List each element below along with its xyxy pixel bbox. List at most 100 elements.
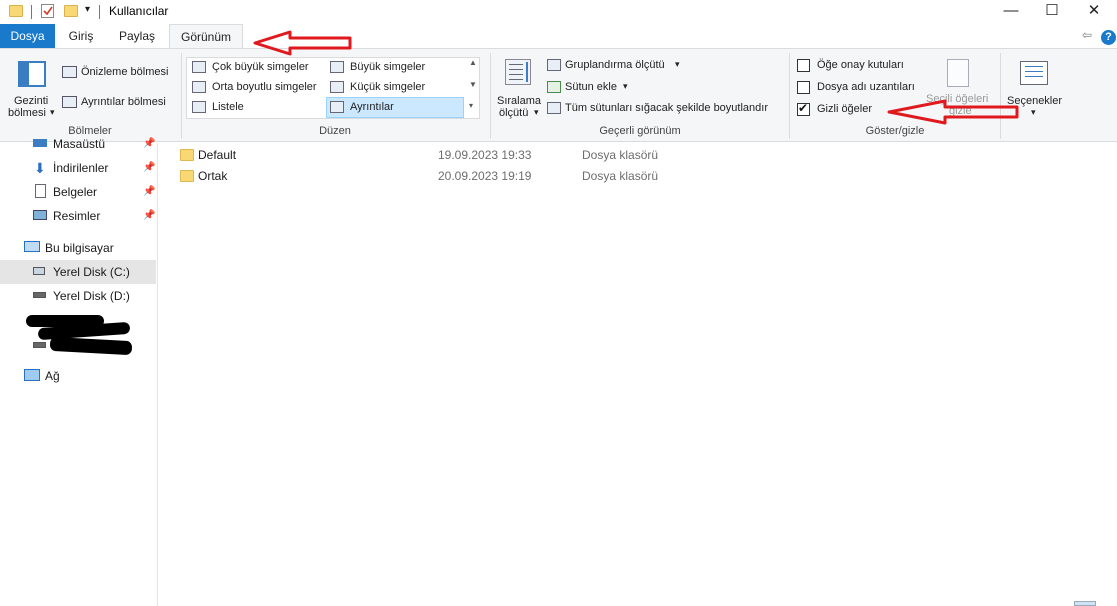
- folder-icon: [180, 149, 194, 161]
- size-columns-icon: [547, 102, 561, 114]
- file-extensions-label[interactable]: Dosya adı uzantıları: [817, 81, 915, 93]
- options-icon[interactable]: [1020, 61, 1048, 85]
- nav-item-network[interactable]: Ağ: [45, 369, 60, 383]
- group-label-panes: Bölmeler: [68, 125, 112, 137]
- details-icon: [330, 101, 344, 113]
- group-label-layout: Düzen: [319, 125, 351, 137]
- preview-pane-icon[interactable]: [62, 66, 77, 78]
- chevron-down-icon[interactable]: ▾: [534, 107, 539, 118]
- sort-by-icon[interactable]: [505, 59, 531, 85]
- hidden-items-checkbox[interactable]: [797, 101, 810, 116]
- title-bar: ▾ Kullanıcılar — ☐ ✕: [0, 0, 1117, 24]
- gallery-scroll-up-icon[interactable]: ▲: [469, 58, 477, 67]
- nav-item-documents[interactable]: Belgeler: [53, 185, 97, 199]
- properties-icon[interactable]: [41, 4, 54, 18]
- nav-item-desktop[interactable]: Masaüstü: [53, 137, 105, 151]
- navigation-pane-icon[interactable]: [18, 61, 46, 87]
- gallery-scroll-down-icon[interactable]: ▼: [469, 80, 477, 89]
- pin-icon[interactable]: 📌: [143, 210, 155, 221]
- preview-pane-button[interactable]: Önizleme bölmesi: [81, 66, 168, 78]
- layout-details[interactable]: Ayrıntılar: [350, 101, 394, 113]
- nav-item-disk-d[interactable]: Yerel Disk (D:): [53, 289, 130, 303]
- chevron-down-icon[interactable]: ▾: [50, 107, 55, 118]
- file-extensions-checkbox[interactable]: [797, 81, 810, 94]
- pictures-icon: [33, 210, 47, 220]
- toolbar-separator: [31, 5, 32, 19]
- help-icon[interactable]: ?: [1101, 30, 1116, 45]
- file-date: 20.09.2023 19:19: [438, 169, 532, 183]
- nav-item-downloads[interactable]: İndirilenler: [53, 161, 108, 175]
- layout-selected-highlight: [326, 97, 464, 118]
- navigation-pane-label-1[interactable]: Gezinti: [14, 95, 48, 107]
- add-columns-button[interactable]: Sütun ekle: [565, 81, 617, 93]
- group-divider: [1000, 53, 1001, 139]
- sort-by-label-1[interactable]: Sıralama: [497, 95, 541, 107]
- size-columns-button[interactable]: Tüm sütunları sığacak şekilde boyutlandı…: [565, 102, 768, 114]
- nav-item-this-pc[interactable]: Bu bilgisayar: [45, 241, 114, 255]
- annotation-arrow: [253, 30, 352, 56]
- group-by-button[interactable]: Gruplandırma ölçütü: [565, 59, 665, 71]
- pin-icon[interactable]: 📌: [143, 162, 155, 173]
- pin-icon[interactable]: 📌: [143, 186, 155, 197]
- tab-view[interactable]: Görünüm: [169, 24, 243, 48]
- minimize-button[interactable]: —: [988, 0, 1034, 24]
- chevron-down-icon[interactable]: ▾: [675, 59, 680, 70]
- item-checkboxes-label[interactable]: Öğe onay kutuları: [817, 59, 904, 71]
- maximize-button[interactable]: ☐: [1029, 0, 1075, 24]
- ribbon: Gezinti bölmesi ▾ Önizleme bölmesi Ayrın…: [0, 48, 1117, 142]
- drive-icon: [33, 342, 46, 348]
- hidden-items-label[interactable]: Gizli öğeler: [817, 103, 872, 115]
- local-disk-d-icon: [33, 292, 46, 298]
- layout-extra-large-icons[interactable]: Çok büyük simgeler: [212, 61, 309, 73]
- minimize-ribbon-icon[interactable]: ⇦: [1082, 28, 1092, 42]
- file-date: 19.09.2023 19:33: [438, 148, 532, 162]
- group-label-current-view: Geçerli görünüm: [599, 125, 681, 137]
- window-title: Kullanıcılar: [109, 4, 169, 18]
- tab-home[interactable]: Giriş: [58, 24, 104, 48]
- folder-icon: [180, 170, 194, 182]
- large-icons-icon: [330, 61, 344, 73]
- layout-medium-icons[interactable]: Orta boyutlu simgeler: [212, 81, 317, 93]
- file-name[interactable]: Ortak: [198, 169, 227, 183]
- details-pane-button[interactable]: Ayrıntılar bölmesi: [81, 96, 166, 108]
- network-icon: [24, 369, 40, 381]
- gallery-expand-icon[interactable]: ▾: [469, 101, 473, 110]
- group-label-show-hide: Göster/gizle: [865, 125, 925, 137]
- redaction-mark: [49, 336, 133, 356]
- navigation-pane-label-2[interactable]: bölmesi: [8, 107, 46, 119]
- layout-small-icons[interactable]: Küçük simgeler: [350, 81, 425, 93]
- group-by-icon: [547, 59, 561, 71]
- new-folder-icon[interactable]: [64, 5, 78, 17]
- annotation-arrow: [887, 99, 1019, 125]
- layout-large-icons[interactable]: Büyük simgeler: [350, 61, 425, 73]
- chevron-down-icon[interactable]: ▾: [623, 81, 628, 92]
- extra-large-icons-icon: [192, 61, 206, 73]
- sort-by-label-2[interactable]: ölçütü: [499, 107, 528, 119]
- item-checkboxes-checkbox[interactable]: [797, 59, 810, 72]
- view-toggle-icon[interactable]: [1074, 601, 1096, 606]
- layout-list[interactable]: Listele: [212, 101, 244, 113]
- local-disk-c-icon: [33, 267, 45, 275]
- pin-icon[interactable]: 📌: [143, 138, 155, 149]
- medium-icons-icon: [192, 81, 206, 93]
- file-type: Dosya klasörü: [582, 148, 659, 162]
- group-divider: [490, 53, 491, 139]
- toolbar-separator: [99, 5, 100, 19]
- group-divider: [789, 53, 790, 139]
- tab-file[interactable]: Dosya: [0, 24, 55, 48]
- close-button[interactable]: ✕: [1071, 0, 1117, 24]
- downloads-icon: ⬇: [34, 160, 46, 176]
- tab-share[interactable]: Paylaş: [110, 24, 164, 48]
- file-type: Dosya klasörü: [582, 169, 659, 183]
- hide-selected-items-icon: [947, 59, 969, 87]
- file-name[interactable]: Default: [198, 148, 236, 162]
- folder-icon: [9, 5, 23, 17]
- quick-access-dropdown-icon[interactable]: ▾: [85, 4, 90, 15]
- details-pane-icon[interactable]: [62, 96, 77, 108]
- file-list: Default 19.09.2023 19:33 Dosya klasörü O…: [159, 143, 1117, 606]
- chevron-down-icon[interactable]: ▾: [1031, 107, 1036, 118]
- group-divider: [181, 53, 182, 139]
- add-columns-icon: [547, 81, 561, 93]
- nav-item-pictures[interactable]: Resimler: [53, 209, 100, 223]
- nav-item-disk-c[interactable]: Yerel Disk (C:): [53, 265, 130, 279]
